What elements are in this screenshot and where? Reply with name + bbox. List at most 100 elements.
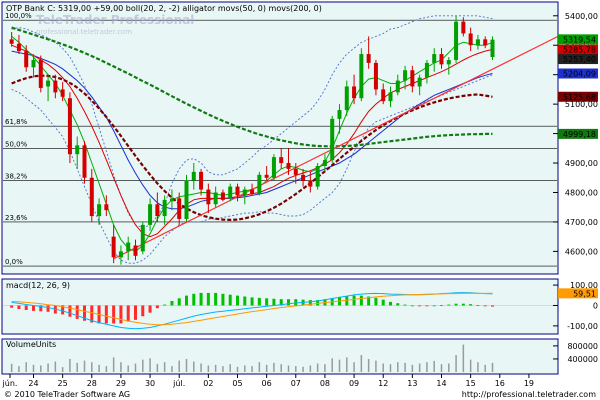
macd-hist-bar [272,298,276,306]
macd-hist-bar [447,304,451,306]
time-axis-label: 14 [436,379,446,388]
candle-body [133,245,138,256]
value-tag-text: 4999,18 [563,130,596,139]
macd-hist-bar [345,296,349,306]
fib-level-label: 23,6% [5,214,28,222]
chart-window: 100,0% 61,8% 50,0% 38,2% 23,6% 0,0% 4600,00 47… [0,0,600,400]
candle-body [366,54,371,63]
candle-body [308,180,313,187]
volume-legend: VolumeUnits [6,340,56,349]
macd-hist-bar [418,305,422,307]
candle-body [126,242,131,252]
macd-hist-bar [206,292,210,306]
macd-hist-bar [141,305,145,317]
candle [184,174,189,222]
time-axis-label: 13 [407,379,417,388]
macd-hist-bar [32,305,35,311]
candle-body [468,33,473,46]
macd-hist-bar [352,295,356,306]
macd-hist-bar [236,295,239,306]
macd-hist-bar [287,299,290,306]
macd-hist-bar [119,305,123,324]
candle-body [162,199,167,217]
candle-body [461,21,466,34]
macd-hist-bar [170,300,174,306]
footer-url: http://professional.teletrader.com [462,390,596,399]
copyright: © 2010 TeleTrader Software AG [4,390,130,399]
candle-body [97,204,102,217]
candle-body [264,174,269,178]
candle-body [104,204,109,211]
macd-hist-bar [257,297,261,306]
candle-body [286,163,291,169]
chart-canvas: 100,0% 61,8% 50,0% 38,2% 23,6% 0,0% 4600,00 47… [1,1,598,399]
candle-body [301,174,306,181]
time-axis-label: 29 [116,379,126,388]
macd-hist-bar [410,305,414,307]
candle-body [315,165,320,187]
price-axis-label: 4600,00 [565,247,598,256]
macd-hist-bar [432,305,436,307]
volume-axis-label: 800000 [567,342,598,351]
price-axis-label: 4800,00 [565,188,598,197]
macd-hist-bar [112,305,116,324]
macd-hist-bar [461,303,465,306]
time-axis-label: 08 [320,379,330,388]
candle-body [483,39,488,46]
candle-body [118,251,123,258]
macd-hist-bar [250,297,254,306]
volume-panel [1,338,559,375]
time-axis-label: 16 [495,379,505,388]
price-axis-label: 4700,00 [565,218,598,227]
fib-level-label: 61,8% [5,118,28,126]
candle-body [60,89,65,97]
value-tag-text: 5204,09 [563,70,596,79]
candle-body [293,168,298,175]
candle [454,15,459,63]
candle-body [439,54,444,65]
candle-body [235,186,240,196]
candle-body [31,59,36,68]
value-tag-text: 5253,40 [563,55,596,64]
candle-body [381,89,386,102]
time-axis-label: jún. [2,379,18,388]
candle-body [490,39,495,58]
macd-axis-label: -100,00 [567,322,598,331]
macd-hist-bar [389,301,392,306]
fib-level-label: 0,0% [5,258,23,266]
time-axis-label: 06 [262,379,272,388]
candle-body [446,59,451,65]
candle-body [337,110,342,119]
candle [271,154,276,181]
time-axis-label: 05 [232,379,242,388]
macd-hist-bar [440,305,443,306]
macd-hist-bar [243,296,247,306]
macd-hist-bar [104,305,108,324]
candle-body [352,86,357,99]
candle-body [169,198,174,202]
time-axis-label: 12 [378,379,388,388]
fib-level-label: 38,2% [5,173,28,181]
candle-body [330,118,335,161]
candle-body [279,157,284,164]
macd-hist-bar [491,305,494,307]
candle-body [16,43,21,52]
time-axis-label: júl. [172,379,185,388]
macd-hist-bar [476,305,480,306]
macd-axis-label: 0 [593,301,598,310]
volume-y-axis: 800000 400000 [553,342,598,364]
time-axis-label: 19 [524,379,534,388]
time-axis-label: 07 [291,379,301,388]
candle-body [89,177,94,217]
candle-body [322,160,327,166]
candle-body [250,189,255,194]
candle [490,36,495,60]
candle-body [46,80,51,87]
candle-body [155,204,160,217]
volume-axis-label: 400000 [567,355,598,364]
macd-hist-bar [214,292,218,306]
candle [315,163,320,190]
macd-hist-bar [134,305,137,320]
macd-hist-bar [228,294,232,306]
candle-body [199,171,204,190]
